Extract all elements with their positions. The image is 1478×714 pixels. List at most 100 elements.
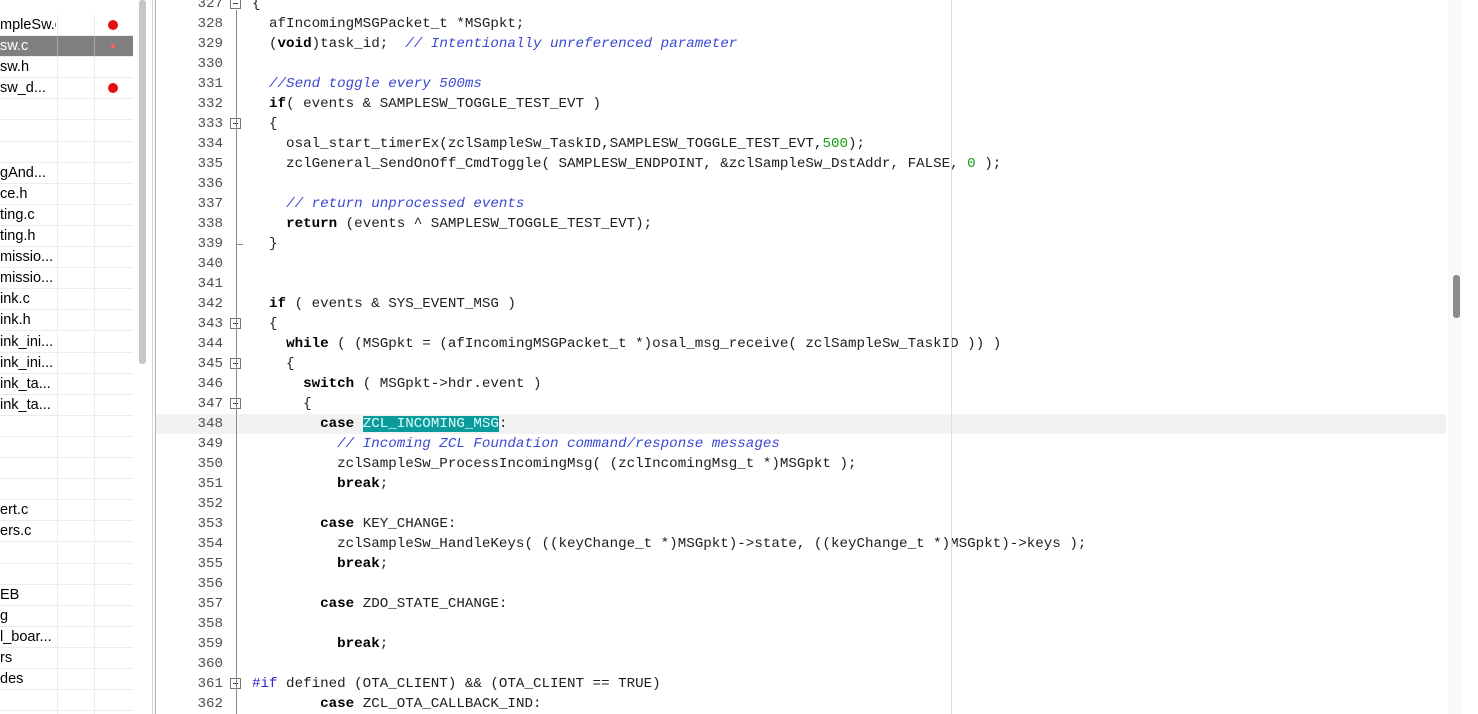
fold-collapse-icon[interactable] [230,0,241,9]
code-line[interactable]: 336 [156,174,1446,194]
code-line[interactable]: 353 case KEY_CHANGE: [156,514,1446,534]
code-editor[interactable]: 327{328 afIncomingMSGPacket_t *MSGpkt; 32… [156,0,1478,714]
file-list-item[interactable] [0,563,133,585]
code-line[interactable]: 343 { [156,314,1446,334]
file-list-item[interactable]: g [0,605,133,627]
code-line[interactable]: 348 case ZCL_INCOMING_MSG: [156,414,1446,434]
code-line[interactable]: 359 break; [156,634,1446,654]
code-line[interactable]: 354 zclSampleSw_HandleKeys( ((keyChange_… [156,534,1446,554]
file-column-cell [57,352,95,373]
code-line[interactable]: 330 [156,54,1446,74]
code-line[interactable]: 342 if ( events & SYS_EVENT_MSG ) [156,294,1446,314]
code-line[interactable]: 332 if( events & SAMPLESW_TOGGLE_TEST_EV… [156,94,1446,114]
code-line[interactable]: 346 switch ( MSGpkt->hdr.event ) [156,374,1446,394]
code-line[interactable]: 339 } [156,234,1446,254]
file-list-item[interactable]: missio... [0,268,133,290]
file-list-item[interactable]: ink.c [0,289,133,311]
file-list-item[interactable]: ting.h [0,226,133,247]
file-list-item[interactable] [0,141,133,163]
file-name: ink.h [0,312,31,329]
file-column-cell [57,542,95,563]
code-line[interactable]: 344 while ( (MSGpkt = (afIncomingMSGPack… [156,334,1446,354]
file-list-item[interactable] [0,99,133,121]
line-number: 331 [197,76,223,92]
code-line[interactable]: 333 { [156,114,1446,134]
code-line[interactable]: 349 // Incoming ZCL Foundation command/r… [156,434,1446,454]
file-list-item[interactable]: mpleSw.c [0,15,133,36]
code-text: (void)task_id; // Intentionally unrefere… [252,34,737,54]
file-name: missio... [0,270,54,287]
file-name: ting.h [0,228,36,244]
code-token: afIncomingMSGPacket_t *MSGpkt; [252,16,525,32]
file-status-cell [94,57,133,78]
file-list-item[interactable]: ink_ta... [0,373,133,395]
file-list-item[interactable]: ink_ini... [0,352,133,374]
file-status-cell [94,78,133,99]
file-list-item[interactable] [0,437,133,458]
code-line[interactable]: 327 { [156,0,1446,14]
code-line[interactable]: 356 [156,574,1446,594]
file-list-item[interactable] [0,120,133,142]
line-number: 341 [197,276,223,292]
code-line[interactable]: 361 #if defined (OTA_CLIENT) && (OTA_CLIE… [156,674,1446,694]
file-list-item[interactable]: sw.h [0,57,133,79]
file-list-item[interactable]: ert.c [0,500,133,522]
file-list-item[interactable] [0,479,133,501]
file-list-item[interactable]: des [0,669,133,691]
code-text: // Incoming ZCL Foundation command/respo… [252,434,780,454]
file-list-item[interactable]: sw.c [0,36,133,58]
code-line[interactable]: 337 // return unprocessed events [156,194,1446,214]
file-list-item[interactable]: ers.c [0,521,133,543]
file-list-item[interactable]: ink_ta... [0,394,133,416]
file-list-item[interactable]: l_boar... [0,626,133,648]
code-line[interactable]: 340 [156,254,1446,274]
line-number: 340 [197,256,223,272]
file-list-item[interactable]: missio... [0,247,133,269]
file-column-cell [57,373,95,394]
code-line[interactable]: 345 { [156,354,1446,374]
code-line[interactable]: 355 break; [156,554,1446,574]
code-line[interactable]: 334 osal_start_timerEx(zclSampleSw_TaskI… [156,134,1446,154]
code-line[interactable]: 360 [156,654,1446,674]
file-column-cell [57,437,95,457]
code-line[interactable]: 347 { [156,394,1446,414]
code-line[interactable]: 352 [156,494,1446,514]
file-list-item[interactable]: sw_d... [0,78,133,100]
code-line[interactable]: 329 (void)task_id; // Intentionally unre… [156,34,1446,54]
code-line[interactable]: 331 //Send toggle every 500ms [156,74,1446,94]
file-column-cell [57,141,95,162]
code-line[interactable]: 351 break; [156,474,1446,494]
editor-scrollbar-thumb[interactable] [1453,275,1460,318]
code-line[interactable]: 357 case ZDO_STATE_CHANGE: [156,594,1446,614]
code-keyword: break [337,476,380,492]
file-list-item[interactable]: rs [0,648,133,669]
editor-scrollbar-track[interactable] [1448,0,1462,714]
file-list-item[interactable] [0,458,133,480]
code-line[interactable]: 362 case ZCL_OTA_CALLBACK_IND: [156,694,1446,714]
file-list-scrollbar[interactable] [139,0,146,364]
file-column-cell [57,36,95,57]
file-list-item[interactable] [0,415,133,437]
file-column-cell [57,500,95,521]
line-number: 349 [197,436,223,452]
panel-splitter[interactable] [152,0,153,714]
file-list-item[interactable]: ting.c [0,204,133,226]
file-list-item[interactable]: ce.h [0,183,133,205]
line-number: 361 [197,676,223,692]
code-line[interactable]: 350 zclSampleSw_ProcessIncomingMsg( (zcl… [156,454,1446,474]
code-keyword: case [320,516,355,532]
code-line[interactable]: 358 [156,614,1446,634]
file-list-item[interactable]: EB [0,584,133,606]
file-list-item[interactable]: gAnd... [0,162,133,184]
file-list-item[interactable] [0,542,133,564]
file-list-item[interactable]: ink.h [0,310,133,332]
code-line[interactable]: 338 return (events ^ SAMPLESW_TOGGLE_TES… [156,214,1446,234]
file-list-item[interactable]: ink_ini... [0,331,133,353]
code-line[interactable]: 335 zclGeneral_SendOnOff_CmdToggle( SAMP… [156,154,1446,174]
line-number: 358 [197,616,223,632]
code-line[interactable]: 328 afIncomingMSGPacket_t *MSGpkt; [156,14,1446,34]
file-list-item[interactable] [0,690,133,712]
code-line[interactable]: 341 [156,274,1446,294]
code-token: #if [252,676,278,692]
